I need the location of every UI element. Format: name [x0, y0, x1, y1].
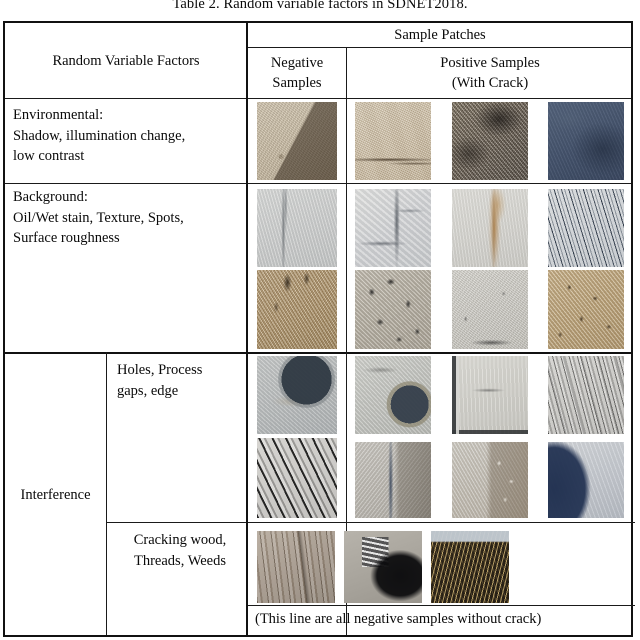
rule-environmental-bottom: [5, 183, 631, 184]
patch-positive-holes-1: [355, 356, 431, 434]
patch-threads: [344, 531, 422, 603]
rule-background-bottom: [5, 352, 631, 354]
patch-positive-environmental-3: [548, 102, 624, 180]
patch-negative-background-1: [257, 189, 337, 267]
rule-factors-right: [246, 23, 248, 635]
header-negative-line1: Negative: [270, 55, 324, 72]
header-negative-line2: Samples: [272, 75, 322, 91]
patch-positive-background-4: [355, 270, 431, 349]
row-label-cracking-wood: Cracking wood, Threads, Weeds: [133, 532, 227, 569]
header-positive-samples: Positive Samples (With Crack): [348, 49, 632, 99]
patch-positive-background-5: [452, 270, 528, 349]
negative-samples-note: (This line are all negative samples with…: [255, 611, 542, 627]
row-label-environmental: Environmental: Shadow, illumination chan…: [13, 107, 186, 165]
patch-positive-holes-4: [355, 442, 431, 518]
patch-positive-holes-3: [548, 356, 624, 434]
patch-positive-environmental-2: [452, 102, 528, 180]
patch-positive-background-3: [548, 189, 624, 267]
table-figure: Table 2. Random variable factors in SDNE…: [0, 0, 640, 640]
patch-weeds: [431, 531, 509, 603]
table-caption: Table 2. Random variable factors in SDNE…: [172, 0, 468, 12]
rule-interference-subcolumn: [106, 352, 107, 635]
patch-positive-background-1: [355, 189, 431, 267]
patch-positive-background-6: [548, 270, 624, 349]
patch-positive-holes-6: [548, 442, 624, 518]
patch-negative-holes-2: [257, 438, 337, 518]
header-negative-samples: Negative Samples: [248, 49, 346, 99]
factors-table: Random Variable Factors Sample Patches N…: [3, 21, 635, 637]
header-positive-line2: (With Crack): [451, 75, 529, 91]
row-label-background: Background: Oil/Wet stain, Texture, Spot…: [13, 189, 184, 247]
patch-negative-background-2: [257, 270, 337, 349]
header-random-variable-factors: Random Variable Factors: [52, 52, 200, 69]
patch-positive-holes-2: [452, 356, 528, 434]
patch-cracking-wood: [257, 531, 335, 603]
patch-negative-environmental-1: [257, 102, 337, 180]
patch-positive-background-2: [452, 189, 528, 267]
rule-holes-bottom: [106, 522, 635, 523]
patch-negative-holes-1: [257, 356, 337, 434]
row-label-holes-process-gaps: Holes, Process gaps, edge: [117, 362, 203, 399]
header-positive-line1: Positive Samples: [440, 55, 540, 72]
row-label-interference: Interference: [20, 487, 91, 503]
header-sample-patches: Sample Patches: [394, 27, 486, 43]
patch-positive-environmental-1: [355, 102, 431, 180]
patch-positive-holes-5: [452, 442, 528, 518]
rule-negative-note-top: [248, 605, 635, 606]
